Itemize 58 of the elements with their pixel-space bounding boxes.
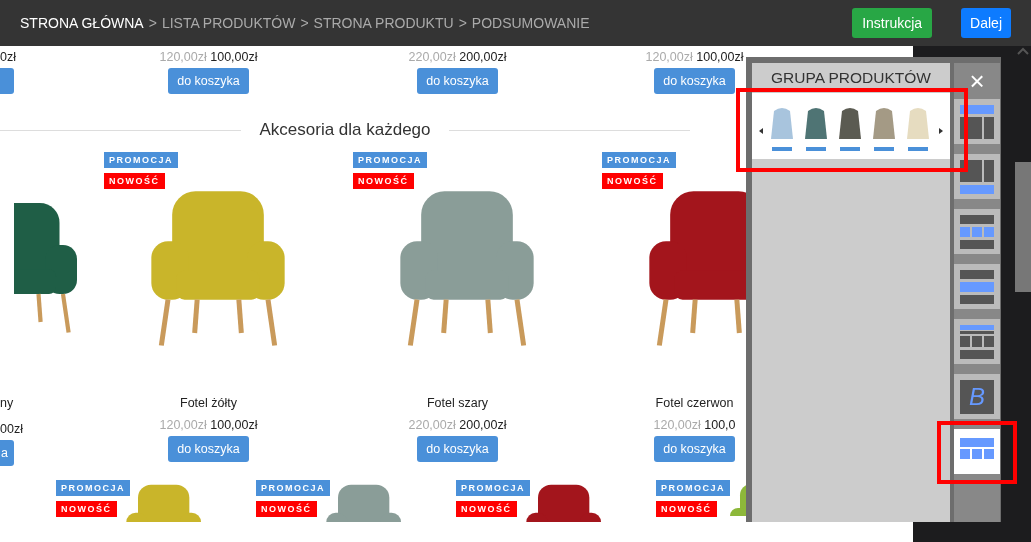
promo-badge: PROMOCJA <box>602 152 676 168</box>
price-text: 220,00zł 200,00zł <box>408 50 507 64</box>
breadcrumb-separator: > <box>458 15 467 31</box>
layout-option[interactable]: B <box>954 374 1000 419</box>
promo-badge: PROMOCJA <box>56 480 130 496</box>
new-badge: NOWOŚĆ <box>456 501 517 517</box>
add-to-cart-button[interactable]: do koszyka <box>654 436 735 462</box>
new-badge: NOWOŚĆ <box>56 501 117 517</box>
price-text: 0zł <box>0 50 16 64</box>
layout-icon <box>960 214 994 249</box>
new-badge: NOWOŚĆ <box>602 173 663 189</box>
scrollbar-thumb[interactable] <box>1015 162 1031 292</box>
promo-badge: PROMOCJA <box>353 152 427 168</box>
breadcrumb-step[interactable]: STRONA PRODUKTU <box>313 15 454 31</box>
instructions-button[interactable]: Instrukcja <box>852 8 933 38</box>
layout-icon <box>960 159 994 194</box>
product-name: ny <box>0 396 14 410</box>
layout-icon <box>960 104 994 139</box>
new-badge: NOWOŚĆ <box>353 173 414 189</box>
price-text: 120,00zł 100,0 <box>653 418 736 432</box>
price-text: 120,00zł 100,00zł <box>159 418 258 432</box>
add-to-cart-button[interactable]: do koszyka <box>417 68 498 94</box>
promo-badge: PROMOCJA <box>456 480 530 496</box>
add-to-cart-button[interactable]: do koszyka <box>417 436 498 462</box>
layout-option[interactable] <box>954 264 1000 309</box>
price-text: 220,00zł 200,00zł <box>408 418 507 432</box>
add-to-cart-button[interactable]: do koszyka <box>168 68 249 94</box>
panel-title: GRUPA PRODUKTÓW <box>770 68 932 88</box>
add-to-cart-button[interactable]: do koszyka <box>168 436 249 462</box>
product-name: Fotel żółty <box>180 396 237 410</box>
new-badge: NOWOŚĆ <box>256 501 317 517</box>
layout-option[interactable] <box>954 209 1000 254</box>
layout-icon <box>960 269 994 304</box>
price-text: 120,00zł 100,00zł <box>645 50 744 64</box>
promo-badge: PROMOCJA <box>656 480 730 496</box>
product-name: Fotel szary <box>426 396 489 410</box>
next-button[interactable]: Dalej <box>961 8 1011 38</box>
layout-option[interactable] <box>954 429 1000 474</box>
new-badge: NOWOŚĆ <box>104 173 165 189</box>
promo-badge: PROMOCJA <box>104 152 178 168</box>
product-name: Fotel czerwon <box>655 396 734 410</box>
price-text: 120,00zł 100,00zł <box>159 50 258 64</box>
section-heading: Akcesoria dla każdego <box>259 120 431 140</box>
price-text: 00zł <box>0 422 23 436</box>
layout-icon <box>960 324 994 359</box>
breadcrumb-separator: > <box>300 15 309 31</box>
promo-badge: PROMOCJA <box>256 480 330 496</box>
layout-option[interactable] <box>954 154 1000 199</box>
layout-option[interactable] <box>954 99 1000 144</box>
breadcrumb-step[interactable]: STRONA GŁÓWNA <box>20 15 144 31</box>
breadcrumb-separator: > <box>148 15 157 31</box>
breadcrumb-step[interactable]: PODSUMOWANIE <box>471 15 590 31</box>
layout-option[interactable] <box>954 319 1000 364</box>
add-to-cart-button[interactable]: a <box>0 440 14 466</box>
close-button[interactable]: × <box>969 63 985 99</box>
new-badge: NOWOŚĆ <box>656 501 717 517</box>
add-to-cart-button[interactable]: do koszyka <box>654 68 735 94</box>
breadcrumb-step[interactable]: LISTA PRODUKTÓW <box>161 15 296 31</box>
